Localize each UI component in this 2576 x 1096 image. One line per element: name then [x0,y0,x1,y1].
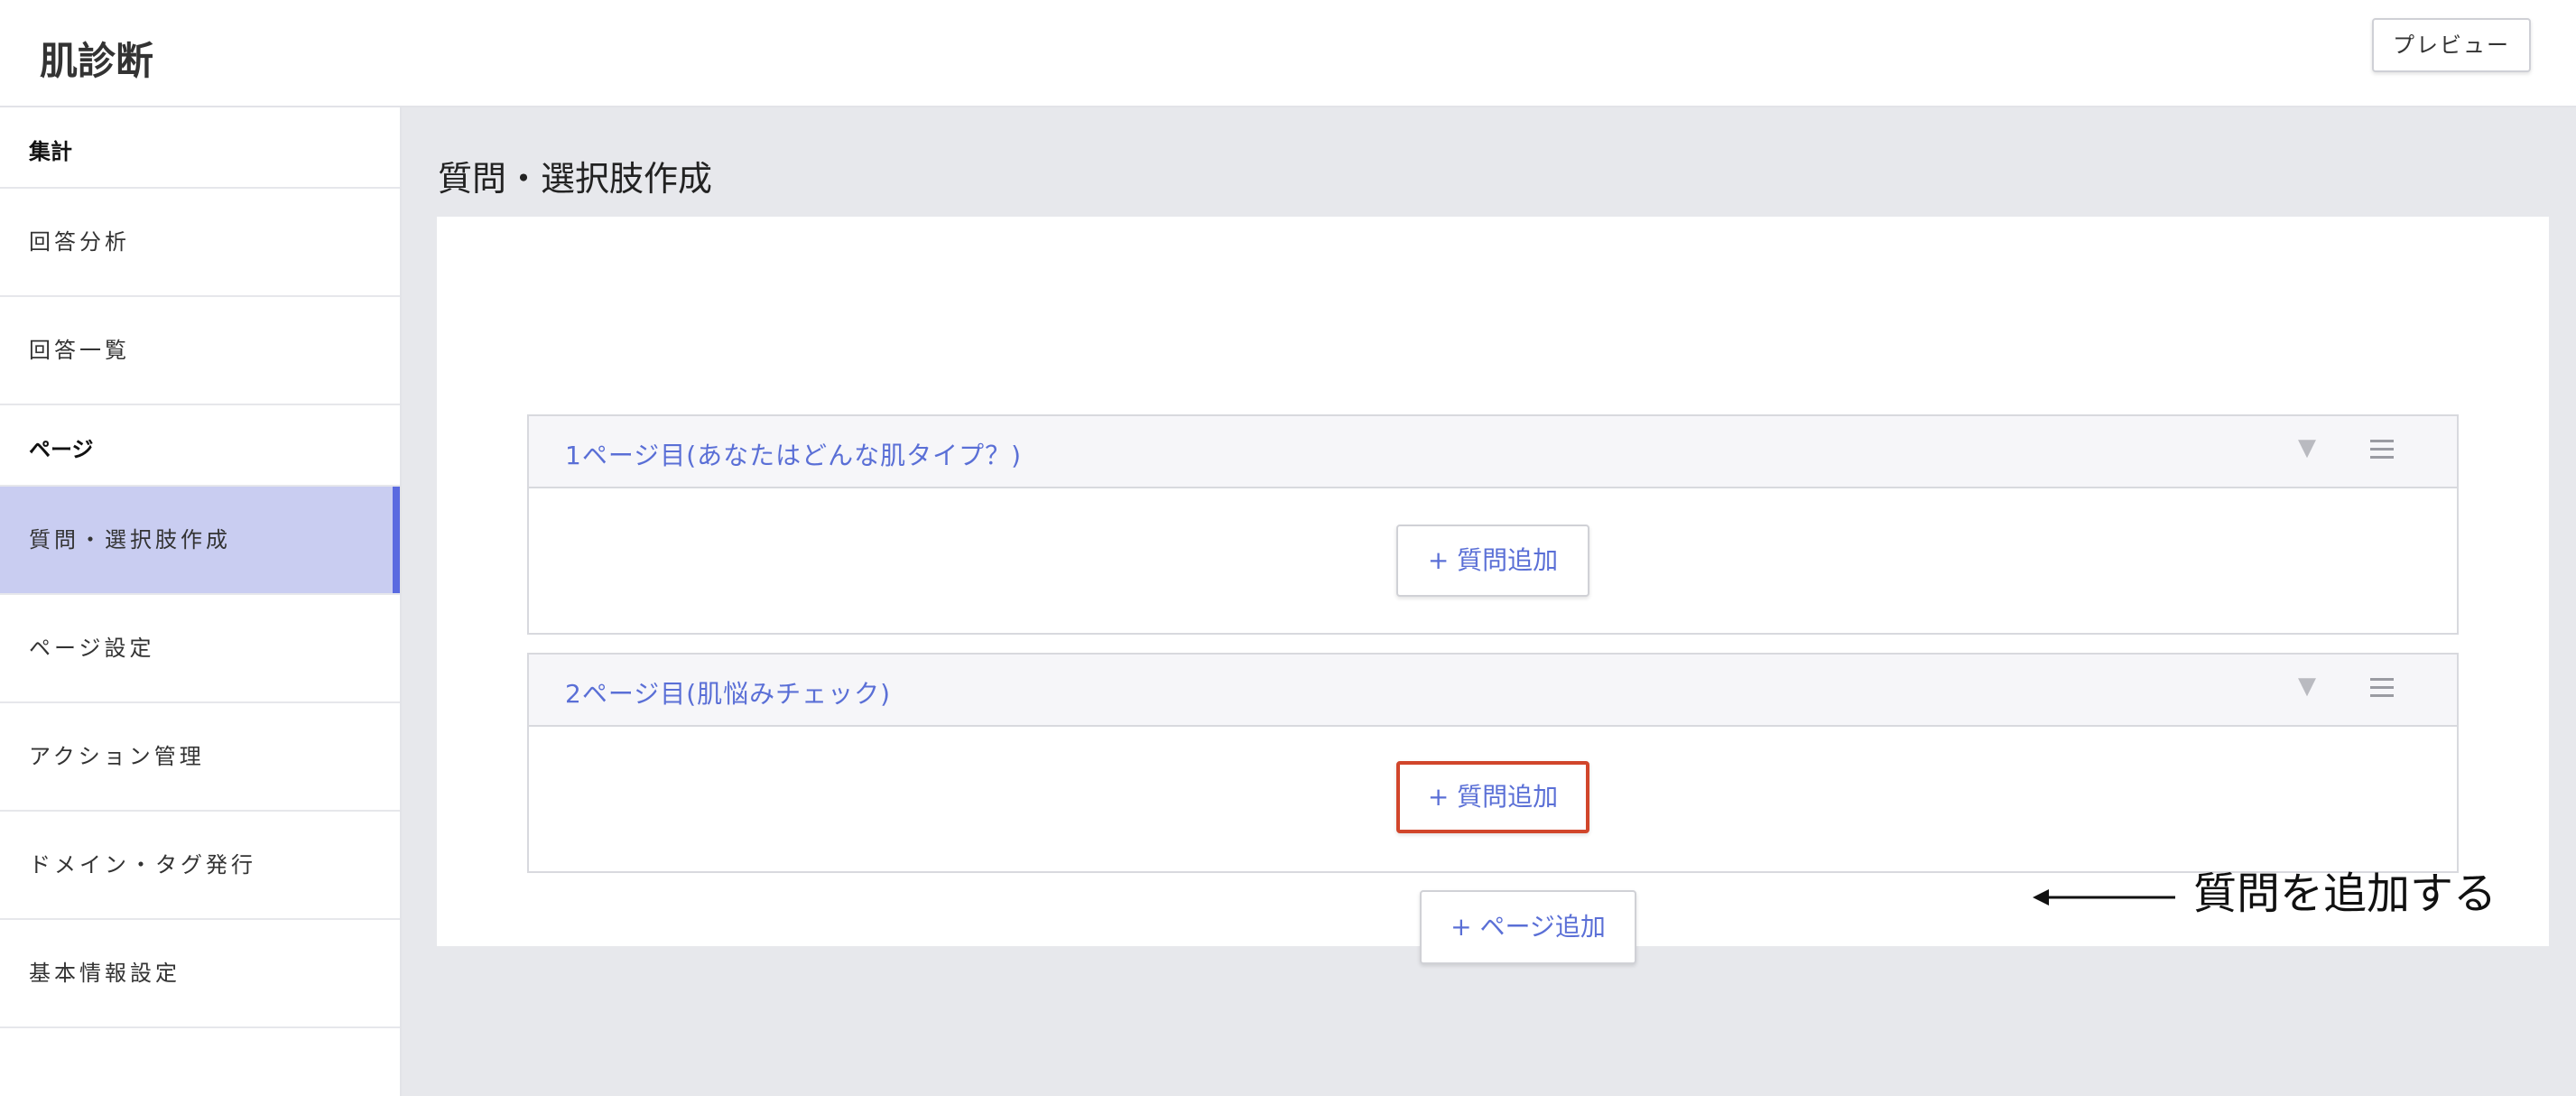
page-card-2: 2ページ目(肌悩みチェック) ▼ + 質問追加 [527,653,2459,873]
annotation-label: 質問を追加する [2193,868,2497,919]
page-card-1: 1ページ目(あなたはどんな肌タイプ？) ▼ + 質問追加 [527,414,2459,635]
main-content: 質問・選択肢作成 1ページ目(あなたはどんな肌タイプ？) ▼ + 質問追加 2ペ… [402,107,2576,1096]
chevron-down-icon[interactable]: ▼ [2298,434,2316,461]
add-question-button[interactable]: + 質問追加 [1396,525,1589,597]
add-question-button-highlighted[interactable]: + 質問追加 [1396,761,1589,833]
page-card-title: 2ページ目(肌悩みチェック) [565,679,892,709]
drag-handle-icon[interactable] [2370,440,2394,460]
editor-panel: 1ページ目(あなたはどんな肌タイプ？) ▼ + 質問追加 2ページ目(肌悩みチェ… [437,217,2549,964]
preview-button[interactable]: プレビュー [2372,18,2531,72]
arrow-left-icon [2033,889,2175,906]
sidebar-item-question-choice-create[interactable]: 質問・選択肢作成 [0,487,400,595]
sidebar-item-answer-analysis[interactable]: 回答分析 [0,189,400,297]
page-card-header[interactable]: 2ページ目(肌悩みチェック) ▼ [529,655,2457,727]
sidebar-section-aggregate: 集計 [0,107,400,189]
sidebar-section-pages: ページ [0,405,400,487]
app-header: 肌診断 プレビュー [0,0,2576,107]
sidebar-item-answer-list[interactable]: 回答一覧 [0,297,400,405]
sidebar-item-action-management[interactable]: アクション管理 [0,703,400,812]
page-card-title: 1ページ目(あなたはどんな肌タイプ？) [565,441,1023,470]
page-title: 質問・選択肢作成 [438,159,713,199]
chevron-down-icon[interactable]: ▼ [2298,673,2316,700]
sidebar-item-domain-tag[interactable]: ドメイン・タグ発行 [0,812,400,920]
drag-handle-icon[interactable] [2370,678,2394,698]
add-page-button[interactable]: + ページ追加 [1420,890,1636,964]
app-title: 肌診断 [40,39,154,83]
sidebar: 集計 回答分析 回答一覧 ページ 質問・選択肢作成 ページ設定 アクション管理 … [0,107,402,1096]
sidebar-item-basic-info[interactable]: 基本情報設定 [0,920,400,1028]
sidebar-item-page-settings[interactable]: ページ設定 [0,595,400,703]
page-card-header[interactable]: 1ページ目(あなたはどんな肌タイプ？) ▼ [529,416,2457,488]
